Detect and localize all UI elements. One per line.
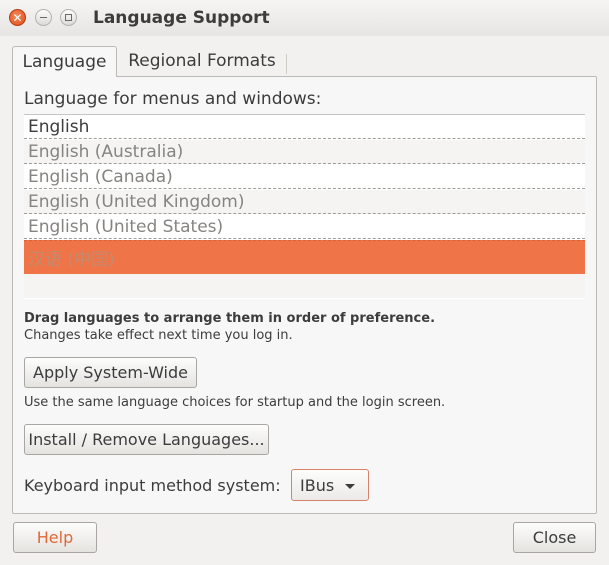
list-item[interactable]: English: [24, 115, 585, 139]
install-remove-languages-button[interactable]: Install / Remove Languages...: [24, 424, 269, 455]
window-maximize-button[interactable]: [60, 9, 77, 26]
list-empty-row: [24, 274, 585, 298]
tab-separator: [286, 54, 287, 74]
tab-language[interactable]: Language: [12, 46, 117, 77]
input-method-value: IBus: [300, 475, 335, 495]
tab-regional-formats[interactable]: Regional Formats: [118, 46, 286, 76]
list-item[interactable]: English (United States): [24, 215, 585, 239]
input-method-combo[interactable]: IBus: [291, 469, 369, 501]
changes-hint: Changes take effect next time you log in…: [24, 328, 293, 343]
list-item[interactable]: English (United Kingdom): [24, 190, 585, 214]
apply-system-wide-button[interactable]: Apply System-Wide: [24, 357, 197, 388]
language-list-label: Language for menus and windows:: [24, 89, 322, 109]
maximize-icon: [65, 14, 72, 21]
window-minimize-button[interactable]: [35, 9, 52, 26]
input-method-label: Keyboard input method system:: [24, 476, 281, 495]
list-item[interactable]: English (Australia): [24, 140, 585, 164]
list-item-selected[interactable]: 汉语 (中国): [24, 240, 585, 274]
title-bar: ✕ Language Support: [0, 0, 609, 36]
close-button[interactable]: Close: [513, 522, 596, 553]
list-item[interactable]: English (Canada): [24, 165, 585, 189]
window-title: Language Support: [93, 8, 270, 28]
help-button[interactable]: Help: [13, 522, 97, 553]
window-close-button[interactable]: ✕: [9, 9, 26, 26]
apply-description: Use the same language choices for startu…: [24, 395, 446, 410]
drag-hint: Drag languages to arrange them in order …: [24, 311, 436, 326]
chevron-down-icon: [345, 484, 355, 489]
language-list[interactable]: English English (Australia) English (Can…: [24, 114, 585, 299]
minimize-icon: [40, 17, 47, 18]
